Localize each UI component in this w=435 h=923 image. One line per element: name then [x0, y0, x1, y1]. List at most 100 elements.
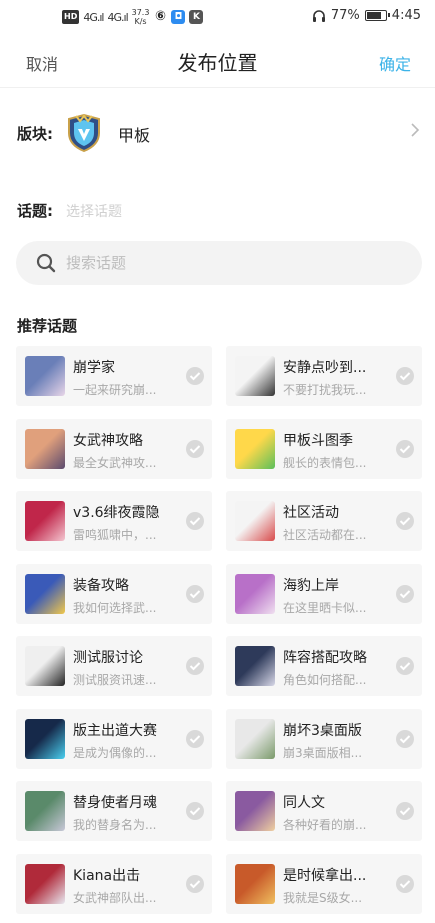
confirm-button[interactable]: 确定	[379, 51, 411, 75]
status-left: HD 4G.ıl 4G.ıl 37.3 K/s ⑥ ◘ K	[62, 8, 204, 26]
topic-thumbnail	[235, 646, 275, 686]
topic-card[interactable]: 版主出道大赛 是成为偶像的...	[16, 708, 212, 769]
battery-text: 77%	[330, 8, 360, 23]
board-name: 甲板	[118, 126, 151, 145]
headphones-icon	[312, 9, 325, 22]
topic-title: Kiana出击	[73, 867, 141, 884]
app-notification-icon: ◘	[171, 10, 186, 24]
check-icon[interactable]	[186, 367, 204, 385]
topic-card[interactable]: 阵容搭配攻略 角色如何搭配...	[226, 636, 422, 696]
topic-title: 同人文	[283, 795, 325, 811]
topic-thumbnail	[235, 573, 275, 614]
nav-bar: 取消 发布位置 确定	[0, 34, 435, 88]
topic-card[interactable]: 安静点吵到... 不要打扰我玩...	[226, 346, 422, 406]
topic-description: 社区活动都在...	[283, 528, 367, 542]
board-label: 版块:	[17, 125, 53, 143]
app-notification-icon: K	[189, 10, 204, 24]
check-icon[interactable]	[186, 729, 204, 748]
check-icon[interactable]	[186, 439, 204, 458]
net-speed: 37.3 K/s	[131, 8, 150, 26]
topic-description: 崩3桌面版相...	[283, 745, 363, 760]
page-title: 发布位置	[177, 51, 258, 75]
topic-card[interactable]: 海豹上岸在这里晒卡似...	[226, 563, 422, 624]
topic-card[interactable]: v3.6绯夜霞隐 雷鸣狐啸中，...	[16, 491, 212, 551]
check-icon[interactable]	[396, 584, 414, 603]
check-icon[interactable]	[186, 874, 204, 893]
topic-description: 各种好看的崩...	[283, 818, 367, 832]
topic-thumbnail	[235, 718, 275, 759]
topic-title: 崩学家	[73, 360, 115, 376]
check-icon[interactable]	[396, 802, 414, 820]
topic-card[interactable]: 崩坏3桌面版 崩3桌面版相...	[226, 708, 422, 769]
topic-card[interactable]: 是时候拿出... 我就是S级女...	[226, 853, 422, 914]
topic-title: 社区活动	[283, 505, 339, 521]
topic-title: 甲板斗图季	[283, 432, 353, 449]
topic-description: 不要打扰我玩...	[283, 383, 367, 397]
topic-label: 话题:	[17, 202, 53, 220]
search-input[interactable]	[66, 241, 406, 285]
check-icon[interactable]	[396, 874, 414, 893]
topic-thumbnail	[25, 718, 65, 759]
signal-icon: 4G.ıl	[83, 10, 104, 24]
topic-description: 女武神部队出...	[73, 890, 157, 905]
topic-card[interactable]: Kiana出击女武神部队出...	[16, 853, 212, 914]
topic-thumbnail	[25, 501, 65, 541]
topic-thumbnail	[25, 791, 65, 831]
hd-badge: HD	[62, 10, 80, 24]
check-icon[interactable]	[186, 584, 204, 603]
topic-description: 最全女武神攻...	[73, 455, 157, 470]
topic-title: 版主出道大赛	[73, 722, 157, 739]
signal-icon: 4G.ıl	[107, 10, 128, 24]
check-icon[interactable]	[396, 367, 414, 385]
topic-thumbnail	[235, 428, 275, 469]
topic-card[interactable]: 崩学家一起来研究崩...	[16, 346, 212, 406]
topic-card[interactable]: 替身使者月魂 我的替身名为...	[16, 781, 212, 841]
check-icon[interactable]	[396, 657, 414, 675]
topic-description: 测试服资讯速...	[73, 673, 157, 687]
topic-title: 装备攻略	[73, 577, 129, 594]
topic-thumbnail	[25, 646, 65, 686]
topic-card[interactable]: 社区活动社区活动都在...	[226, 491, 422, 551]
topic-placeholder: 选择话题	[66, 204, 122, 220]
check-icon[interactable]	[396, 512, 414, 530]
topic-thumbnail	[235, 356, 275, 396]
topic-card[interactable]: 同人文各种好看的崩...	[226, 781, 422, 841]
topic-title: 崩坏3桌面版	[283, 722, 362, 739]
topic-thumbnail	[235, 863, 275, 904]
topic-thumbnail	[235, 791, 275, 831]
topic-description: 是成为偶像的...	[73, 745, 157, 760]
topic-title: 海豹上岸	[283, 577, 339, 594]
check-icon[interactable]	[186, 512, 204, 530]
search-bar[interactable]	[16, 241, 422, 285]
status-bar: HD 4G.ıl 4G.ıl 37.3 K/s ⑥ ◘ K 77% 4:45	[0, 0, 435, 34]
topic-title: 是时候拿出...	[283, 867, 367, 884]
clock: 4:45	[391, 8, 421, 23]
topic-title: v3.6绯夜霞隐	[73, 505, 160, 521]
search-icon	[36, 253, 56, 273]
topic-card[interactable]: 女武神攻略最全女武神攻...	[16, 418, 212, 479]
topic-thumbnail	[25, 573, 65, 614]
topic-thumbnail	[25, 356, 65, 396]
check-icon[interactable]	[396, 729, 414, 748]
board-selector[interactable]: 版块: 甲板	[0, 104, 435, 160]
topic-title: 测试服讨论	[73, 650, 143, 666]
topic-title: 替身使者月魂	[73, 795, 157, 811]
topic-card[interactable]: 甲板斗图季舰长的表情包...	[226, 418, 422, 479]
check-icon[interactable]	[186, 657, 204, 675]
topic-thumbnail	[25, 863, 65, 904]
topic-thumbnail	[235, 501, 275, 541]
topic-title: 女武神攻略	[73, 432, 143, 449]
shield-emblem-icon	[68, 113, 100, 153]
topic-description: 在这里晒卡似...	[283, 600, 367, 615]
battery-icon	[364, 10, 390, 21]
chevron-right-icon	[411, 123, 420, 137]
topic-description: 一起来研究崩...	[73, 383, 157, 397]
topic-description: 舰长的表情包...	[283, 455, 367, 470]
topic-thumbnail	[25, 428, 65, 469]
topic-card[interactable]: 测试服讨论测试服资讯速...	[16, 636, 212, 696]
check-icon[interactable]	[396, 439, 414, 458]
topic-description: 我就是S级女...	[283, 890, 363, 905]
topic-selector[interactable]: 话题: 选择话题	[0, 192, 435, 228]
topic-card[interactable]: 装备攻略 我如何选择武...	[16, 563, 212, 624]
check-icon[interactable]	[186, 802, 204, 820]
